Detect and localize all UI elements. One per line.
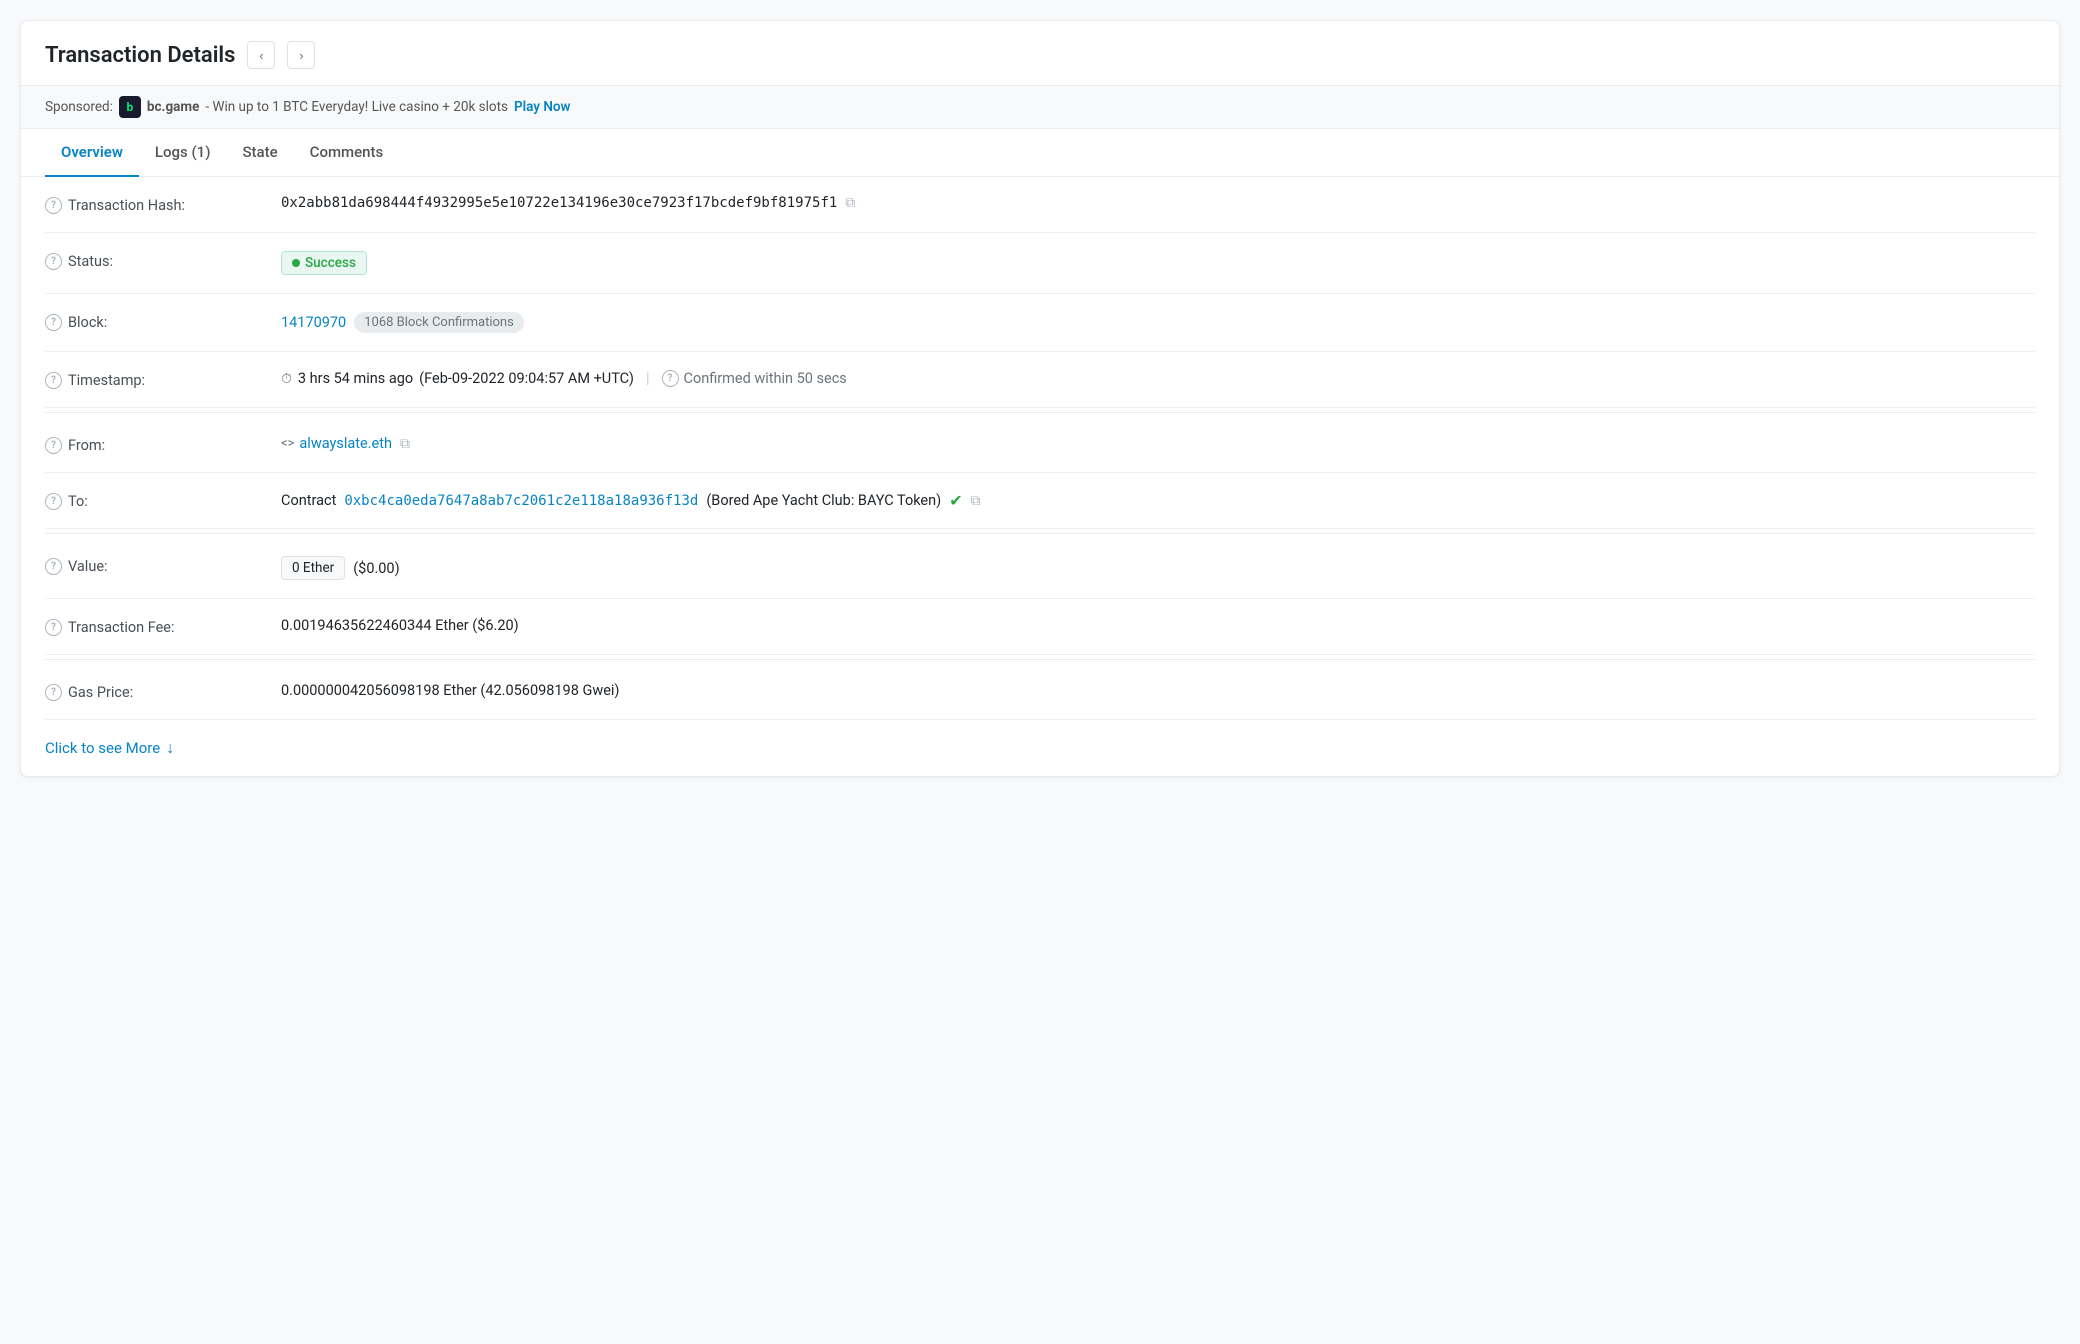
transaction-hash-label: ? Transaction Hash: (45, 195, 265, 214)
timestamp-text: ⏱ 3 hrs 54 mins ago (Feb-09-2022 09:04:5… (281, 370, 634, 387)
gas-price-row: ? Gas Price: 0.000000042056098198 Ether … (45, 664, 2035, 720)
tab-state[interactable]: State (226, 129, 293, 177)
tabs-nav: Overview Logs (1) State Comments (21, 129, 2059, 177)
block-help-icon[interactable]: ? (45, 314, 62, 331)
value-usd: ($0.00) (353, 560, 399, 577)
from-value: <> alwayslate.eth ⧉ (281, 435, 2035, 452)
status-row: ? Status: Success (45, 233, 2035, 294)
block-row: ? Block: 14170970 1068 Block Confirmatio… (45, 294, 2035, 352)
to-address-link[interactable]: 0xbc4ca0eda7647a8ab7c2061c2e118a18a936f1… (344, 493, 698, 509)
transaction-fee-label: ? Transaction Fee: (45, 617, 265, 636)
transaction-hash-value: 0x2abb81da698444f4932995e5e10722e134196e… (281, 195, 2035, 211)
section-divider (45, 412, 2035, 413)
verified-icon: ✔ (949, 491, 962, 510)
copy-hash-icon[interactable]: ⧉ (845, 195, 855, 211)
from-label: ? From: (45, 435, 265, 454)
from-row: ? From: <> alwayslate.eth ⧉ (45, 417, 2035, 473)
click-more-section: Click to see More ↓ (45, 720, 2035, 776)
transaction-fee-help-icon[interactable]: ? (45, 619, 62, 636)
timestamp-help-icon[interactable]: ? (45, 372, 62, 389)
to-value: Contract 0xbc4ca0eda7647a8ab7c2061c2e118… (281, 491, 2035, 510)
overview-content: ? Transaction Hash: 0x2abb81da698444f493… (21, 177, 2059, 776)
copy-to-icon[interactable]: ⧉ (971, 493, 981, 509)
sponsor-description: - Win up to 1 BTC Everyday! Live casino … (205, 99, 508, 115)
tab-logs[interactable]: Logs (1) (139, 129, 227, 177)
transaction-fee-row: ? Transaction Fee: 0.00194635622460344 E… (45, 599, 2035, 655)
gas-price-label: ? Gas Price: (45, 682, 265, 701)
gas-price-value: 0.000000042056098198 Ether (42.056098198… (281, 682, 2035, 699)
transaction-hash-row: ? Transaction Hash: 0x2abb81da698444f493… (45, 177, 2035, 233)
status-dot (292, 259, 300, 267)
sponsor-cta-link[interactable]: Play Now (514, 99, 571, 115)
section-divider-3 (45, 659, 2035, 660)
page-title: Transaction Details (45, 43, 235, 68)
status-help-icon[interactable]: ? (45, 253, 62, 270)
sponsor-bar: Sponsored: b bc.game - Win up to 1 BTC E… (21, 86, 2059, 129)
status-label: ? Status: (45, 251, 265, 270)
tab-overview[interactable]: Overview (45, 129, 139, 177)
from-help-icon[interactable]: ? (45, 437, 62, 454)
transaction-fee-value: 0.00194635622460344 Ether ($6.20) (281, 617, 2035, 634)
prev-button[interactable]: ‹ (247, 41, 275, 69)
to-row: ? To: Contract 0xbc4ca0eda7647a8ab7c2061… (45, 473, 2035, 529)
block-label: ? Block: (45, 312, 265, 331)
sponsor-label: Sponsored: (45, 99, 113, 115)
block-confirmations-badge: 1068 Block Confirmations (354, 312, 524, 333)
next-button[interactable]: › (287, 41, 315, 69)
sponsor-name: bc.game (147, 99, 199, 115)
block-value: 14170970 1068 Block Confirmations (281, 312, 2035, 333)
timestamp-relative: 3 hrs 54 mins ago (298, 370, 413, 387)
click-more-link[interactable]: Click to see More ↓ (45, 738, 174, 758)
to-help-icon[interactable]: ? (45, 493, 62, 510)
sponsor-logo: b (119, 96, 141, 118)
timestamp-row: ? Timestamp: ⏱ 3 hrs 54 mins ago (Feb-09… (45, 352, 2035, 408)
value-value: 0 Ether ($0.00) (281, 556, 2035, 580)
section-divider-2 (45, 533, 2035, 534)
confirmed-help-icon[interactable]: ? (662, 370, 679, 387)
tx-hash-text: 0x2abb81da698444f4932995e5e10722e134196e… (281, 195, 837, 211)
from-address-link[interactable]: <> alwayslate.eth (281, 435, 392, 452)
copy-from-icon[interactable]: ⧉ (400, 436, 410, 452)
confirmed-text: ? Confirmed within 50 secs (662, 370, 847, 387)
clock-icon: ⏱ (281, 371, 292, 387)
status-value: Success (281, 251, 2035, 275)
pipe-divider: | (646, 370, 650, 387)
status-badge: Success (281, 251, 367, 275)
tab-comments[interactable]: Comments (294, 129, 400, 177)
to-prefix: Contract (281, 492, 336, 509)
value-amount-badge: 0 Ether (281, 556, 345, 580)
arrow-down-icon: ↓ (166, 738, 174, 758)
timestamp-label: ? Timestamp: (45, 370, 265, 389)
transaction-details-page: Transaction Details ‹ › Sponsored: b bc.… (20, 20, 2060, 777)
to-name: (Bored Ape Yacht Club: BAYC Token) (706, 492, 941, 509)
transaction-hash-help-icon[interactable]: ? (45, 197, 62, 214)
value-help-icon[interactable]: ? (45, 558, 62, 575)
timestamp-value: ⏱ 3 hrs 54 mins ago (Feb-09-2022 09:04:5… (281, 370, 2035, 387)
value-label: ? Value: (45, 556, 265, 575)
to-label: ? To: (45, 491, 265, 510)
gas-price-help-icon[interactable]: ? (45, 684, 62, 701)
click-more-label: Click to see More (45, 739, 160, 757)
code-brackets-icon: <> (281, 436, 294, 451)
page-header: Transaction Details ‹ › (21, 21, 2059, 86)
timestamp-absolute: (Feb-09-2022 09:04:57 AM +UTC) (419, 370, 634, 387)
block-number-link[interactable]: 14170970 (281, 314, 346, 331)
value-row: ? Value: 0 Ether ($0.00) (45, 538, 2035, 599)
